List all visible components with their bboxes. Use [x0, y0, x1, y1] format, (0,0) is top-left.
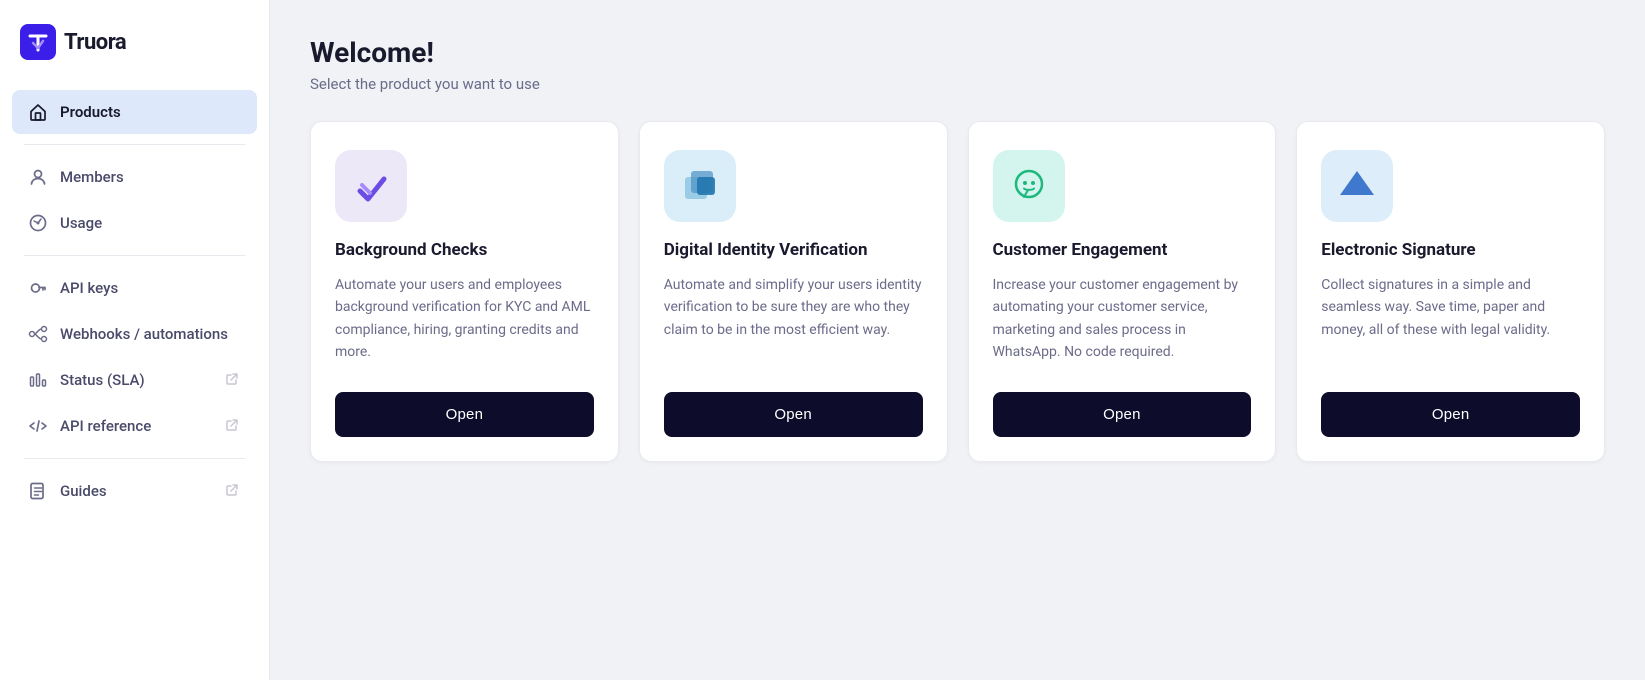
- sidebar-item-status[interactable]: Status (SLA): [12, 358, 257, 402]
- sidebar-item-products[interactable]: Products: [12, 90, 257, 134]
- members-icon: [28, 167, 48, 187]
- sidebar-divider-1: [24, 144, 245, 145]
- background-checks-desc: Automate your users and employees backgr…: [335, 274, 594, 364]
- electronic-signature-icon-wrap: [1321, 150, 1393, 222]
- customer-engagement-name: Customer Engagement: [993, 240, 1252, 260]
- sidebar-item-guides-label: Guides: [60, 482, 107, 500]
- product-card-background-checks: Background Checks Automate your users an…: [310, 121, 619, 462]
- digital-identity-open-button[interactable]: Open: [664, 392, 923, 437]
- api-keys-icon: [28, 278, 48, 298]
- page-subtitle: Select the product you want to use: [310, 75, 1605, 93]
- customer-engagement-icon-wrap: [993, 150, 1065, 222]
- electronic-signature-desc: Collect signatures in a simple and seaml…: [1321, 274, 1580, 364]
- sidebar-navigation: Products Members Usage: [0, 80, 269, 523]
- sidebar-item-api-keys-label: API keys: [60, 279, 118, 297]
- sidebar-item-usage-label: Usage: [60, 214, 102, 232]
- status-icon: [28, 370, 48, 390]
- digital-identity-desc: Automate and simplify your users identit…: [664, 274, 923, 364]
- product-card-digital-identity: Digital Identity Verification Automate a…: [639, 121, 948, 462]
- customer-engagement-icon: [1006, 163, 1052, 209]
- products-grid: Background Checks Automate your users an…: [310, 121, 1605, 462]
- digital-identity-name: Digital Identity Verification: [664, 240, 923, 260]
- webhooks-icon: [28, 324, 48, 344]
- sidebar-item-products-label: Products: [60, 103, 121, 121]
- background-checks-name: Background Checks: [335, 240, 594, 260]
- electronic-signature-icon: [1334, 163, 1380, 209]
- sidebar-item-webhooks-label: Webhooks / automations: [60, 325, 228, 343]
- electronic-signature-open-button[interactable]: Open: [1321, 392, 1580, 437]
- guides-icon: [28, 481, 48, 501]
- home-icon: [28, 102, 48, 122]
- background-checks-icon: [348, 163, 394, 209]
- electronic-signature-name: Electronic Signature: [1321, 240, 1580, 260]
- sidebar-item-api-reference[interactable]: API reference: [12, 404, 257, 448]
- product-card-customer-engagement: Customer Engagement Increase your custom…: [968, 121, 1277, 462]
- sidebar-divider-3: [24, 458, 245, 459]
- digital-identity-icon-wrap: [664, 150, 736, 222]
- sidebar-item-members[interactable]: Members: [12, 155, 257, 199]
- page-title: Welcome!: [310, 36, 1605, 69]
- sidebar-item-status-label: Status (SLA): [60, 371, 145, 389]
- background-checks-icon-wrap: [335, 150, 407, 222]
- truora-logo-icon: [20, 24, 56, 60]
- external-link-icon-api: [225, 418, 241, 434]
- logo-text: Truora: [64, 30, 126, 55]
- sidebar-item-members-label: Members: [60, 168, 124, 186]
- sidebar-item-usage[interactable]: Usage: [12, 201, 257, 245]
- sidebar-item-api-keys[interactable]: API keys: [12, 266, 257, 310]
- sidebar-item-guides[interactable]: Guides: [12, 469, 257, 513]
- external-link-icon-guides: [225, 483, 241, 499]
- sidebar-item-api-reference-label: API reference: [60, 417, 151, 435]
- customer-engagement-open-button[interactable]: Open: [993, 392, 1252, 437]
- logo-area: Truora: [0, 0, 269, 80]
- sidebar-divider-2: [24, 255, 245, 256]
- product-card-electronic-signature: Electronic Signature Collect signatures …: [1296, 121, 1605, 462]
- external-link-icon-status: [225, 372, 241, 388]
- sidebar: Truora Products Members: [0, 0, 270, 680]
- api-reference-icon: [28, 416, 48, 436]
- sidebar-item-webhooks[interactable]: Webhooks / automations: [12, 312, 257, 356]
- background-checks-open-button[interactable]: Open: [335, 392, 594, 437]
- customer-engagement-desc: Increase your customer engagement by aut…: [993, 274, 1252, 364]
- digital-identity-icon: [677, 163, 723, 209]
- usage-icon: [28, 213, 48, 233]
- main-content: Welcome! Select the product you want to …: [270, 0, 1645, 680]
